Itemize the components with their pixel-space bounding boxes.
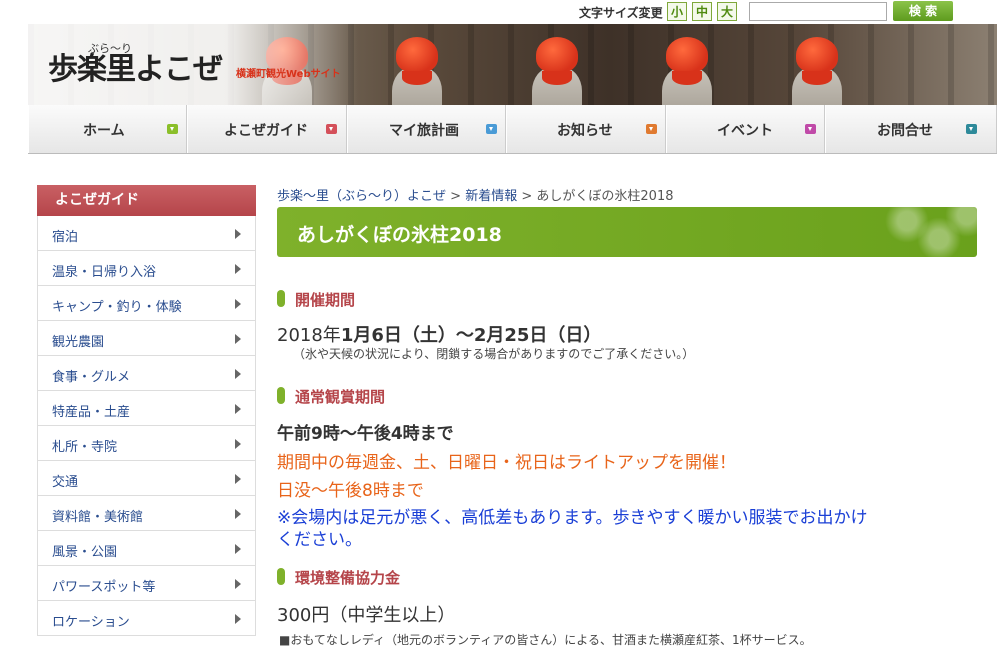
sidebar-item-transport[interactable]: 交通 (37, 461, 256, 496)
jizo-statue-image (388, 37, 446, 105)
dropdown-arrow-icon (486, 124, 497, 134)
breadcrumb-separator: > (521, 189, 533, 204)
sidebar-item-label: 交通 (52, 475, 79, 490)
page-title: あしがくぼの氷柱2018 (297, 224, 502, 246)
nav-label: お問合せ (877, 123, 933, 139)
breadcrumb-separator: > (450, 189, 462, 204)
arrow-right-icon (235, 579, 241, 589)
arrow-right-icon (235, 614, 241, 624)
nav-label: マイ旅計画 (389, 123, 459, 139)
period-note: （氷や天候の状況により、閉鎖する場合がありますのでご了承ください。） (293, 347, 695, 361)
sidebar-item-locations[interactable]: ロケーション (37, 601, 256, 636)
arrow-right-icon (235, 439, 241, 449)
sidebar-item-parks[interactable]: 風景・公園 (37, 531, 256, 566)
sidebar-item-museums[interactable]: 資料館・美術館 (37, 496, 256, 531)
font-size-large-button[interactable]: 大 (717, 2, 737, 21)
sidebar-item-power-spots[interactable]: パワースポット等 (37, 566, 256, 601)
sidebar-item-label: 札所・寺院 (52, 440, 118, 455)
arrow-right-icon (235, 334, 241, 344)
sidebar-item-label: 特産品・土産 (52, 405, 131, 420)
sidebar-item-camping[interactable]: キャンプ・釣り・体験 (37, 286, 256, 321)
logo-main-text: 歩楽里よこぜ (48, 52, 223, 87)
font-size-medium-button[interactable]: 中 (692, 2, 712, 21)
utility-bar: 文字サイズ変更 小 中 大 検 索 (0, 0, 997, 24)
arrow-right-icon (235, 264, 241, 274)
fee-amount: 300円（中学生以上） (277, 605, 456, 626)
arrow-right-icon (235, 544, 241, 554)
nav-label: イベント (717, 123, 773, 139)
arrow-right-icon (235, 369, 241, 379)
logo-ruby-text: ぶら〜り (88, 42, 132, 55)
nav-item-guide[interactable]: よこぜガイド (187, 105, 347, 153)
font-size-label: 文字サイズ変更 (579, 6, 663, 20)
jizo-statue-image (658, 37, 716, 105)
page-title-bar: あしがくぼの氷柱2018 (277, 207, 977, 257)
search-button[interactable]: 検 索 (893, 1, 953, 21)
dropdown-arrow-icon (167, 124, 178, 134)
jizo-statue-image (528, 37, 586, 105)
sidebar-item-souvenirs[interactable]: 特産品・土産 (37, 391, 256, 426)
global-nav: ホーム よこぜガイド マイ旅計画 お知らせ イベント お問合せ (28, 105, 997, 154)
dropdown-arrow-icon (326, 124, 337, 134)
breadcrumb-news-link[interactable]: 新着情報 (465, 189, 517, 204)
nav-label: お知らせ (557, 123, 613, 139)
fee-note: ■おもてなしレディ（地元のボランティアの皆さん）による、甘酒また横瀬産紅茶、1杯… (279, 633, 812, 647)
search-input[interactable] (749, 2, 887, 21)
sidebar-item-lodging[interactable]: 宿泊 (37, 216, 256, 251)
breadcrumb: 歩楽〜里（ぶら〜り）よこぜ > 新着情報 > あしがくぼの氷柱2018 (277, 185, 977, 205)
nav-label: よこぜガイド (224, 123, 308, 139)
sidebar-item-label: 資料館・美術館 (52, 510, 144, 525)
period-dates: 2018年1月6日（土）〜2月25日（日） (277, 321, 601, 347)
arrow-right-icon (235, 404, 241, 414)
breadcrumb-home-link[interactable]: 歩楽〜里（ぶら〜り）よこぜ (277, 189, 446, 204)
nav-item-trip-plan[interactable]: マイ旅計画 (347, 105, 506, 153)
arrow-right-icon (235, 299, 241, 309)
sidebar-heading: よこぜガイド (37, 185, 256, 216)
section-heading-text: 通常観賞期間 (295, 388, 386, 406)
period-range: 1月6日（土）〜2月25日（日） (340, 325, 602, 346)
sidebar-item-label: 風景・公園 (52, 545, 118, 560)
warning-line-2: ください。 (277, 530, 362, 550)
dropdown-arrow-icon (805, 124, 816, 134)
arrow-right-icon (235, 229, 241, 239)
breadcrumb-current: あしがくぼの氷柱2018 (536, 189, 674, 204)
sidebar: よこぜガイド 宿泊 温泉・日帰り入浴 キャンプ・釣り・体験 観光農園 食事・グル… (37, 185, 256, 636)
period-year: 2018年 (277, 325, 341, 346)
section-marker-icon (277, 568, 285, 585)
lightup-time: 日没〜午後8時まで (277, 481, 424, 501)
hours-main: 午前9時〜午後4時まで (277, 424, 454, 444)
sidebar-item-label: ロケーション (52, 615, 130, 630)
sidebar-item-label: 観光農園 (52, 335, 105, 350)
section-heading-text: 開催期間 (295, 291, 356, 309)
sidebar-item-label: 温泉・日帰り入浴 (52, 265, 157, 280)
sidebar-item-label: パワースポット等 (52, 580, 156, 595)
jizo-statue-image (788, 37, 846, 105)
main-content: 歩楽〜里（ぶら〜り）よこぜ > 新着情報 > あしがくぼの氷柱2018 あしがく… (277, 185, 977, 647)
warning-line-1: ※会場内は足元が悪く、高低差もあります。歩きやすく暖かい服装でお出かけ (277, 508, 868, 528)
nav-label: ホーム (83, 123, 125, 139)
section-marker-icon (277, 290, 285, 307)
arrow-right-icon (235, 474, 241, 484)
header-banner: 歩楽里よこぜ ぶら〜り 横瀬町観光Webサイト (28, 24, 997, 105)
sidebar-item-gourmet[interactable]: 食事・グルメ (37, 356, 256, 391)
nav-item-events[interactable]: イベント (666, 105, 825, 153)
sidebar-item-onsen[interactable]: 温泉・日帰り入浴 (37, 251, 256, 286)
dropdown-arrow-icon (966, 124, 977, 134)
logo-subtitle: 横瀬町観光Webサイト (236, 69, 341, 80)
sidebar-item-farms[interactable]: 観光農園 (37, 321, 256, 356)
font-size-small-button[interactable]: 小 (667, 2, 687, 21)
site-logo[interactable]: 歩楽里よこぜ ぶら〜り 横瀬町観光Webサイト (28, 24, 358, 105)
section-heading-text: 環境整備協力金 (295, 569, 401, 587)
section-marker-icon (277, 387, 285, 404)
sidebar-item-label: キャンプ・釣り・体験 (52, 300, 182, 315)
sidebar-item-label: 宿泊 (52, 230, 79, 245)
arrow-right-icon (235, 509, 241, 519)
nav-item-news[interactable]: お知らせ (506, 105, 666, 153)
nav-item-contact[interactable]: お問合せ (825, 105, 997, 153)
sidebar-item-temples[interactable]: 札所・寺院 (37, 426, 256, 461)
lightup-notice: 期間中の毎週金、土、日曜日・祝日はライトアップを開催！ (277, 453, 736, 473)
sidebar-item-label: 食事・グルメ (52, 370, 131, 385)
nav-item-home[interactable]: ホーム (28, 105, 187, 153)
dropdown-arrow-icon (646, 124, 657, 134)
